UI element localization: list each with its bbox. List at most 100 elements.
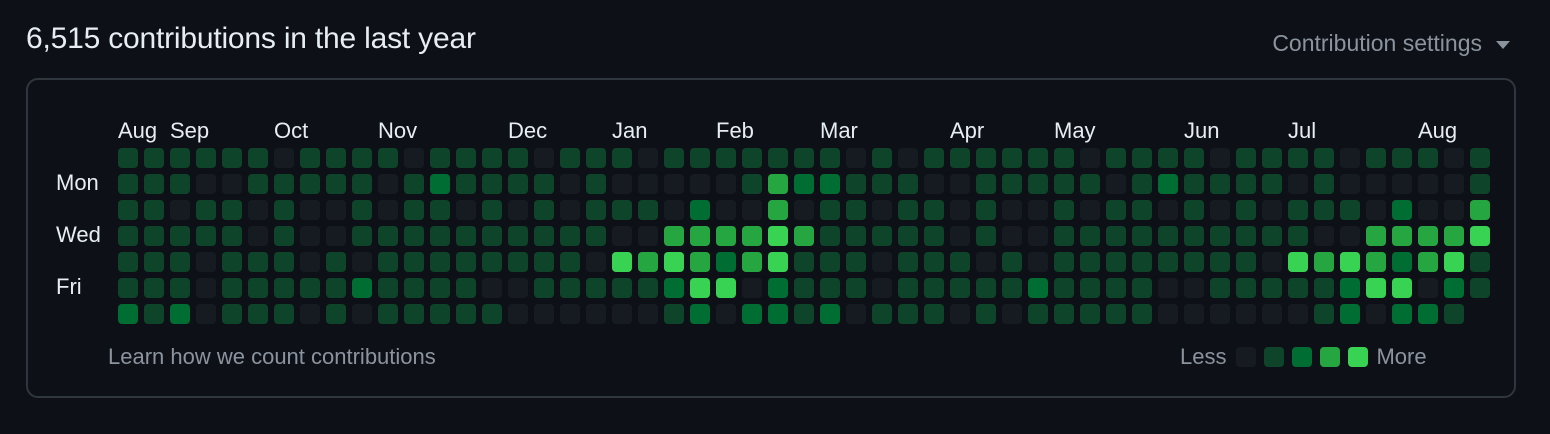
contribution-day-fri-w48[interactable] [1366, 278, 1386, 298]
contribution-day-fri-w46[interactable] [1314, 278, 1334, 298]
contribution-day-thu-w50[interactable] [1418, 252, 1438, 272]
contribution-day-mon-w11[interactable] [404, 174, 424, 194]
contribution-day-wed-w46[interactable] [1314, 226, 1334, 246]
contribution-day-sun-w16[interactable] [534, 148, 554, 168]
contribution-day-thu-w16[interactable] [534, 252, 554, 272]
contribution-day-sun-w32[interactable] [950, 148, 970, 168]
contribution-day-mon-w6[interactable] [274, 174, 294, 194]
contribution-day-wed-w4[interactable] [222, 226, 242, 246]
contribution-day-sun-w43[interactable] [1236, 148, 1256, 168]
contribution-day-tue-w45[interactable] [1288, 200, 1308, 220]
contribution-day-sat-w27[interactable] [820, 304, 840, 324]
contribution-day-sun-w26[interactable] [794, 148, 814, 168]
contribution-day-tue-w37[interactable] [1080, 200, 1100, 220]
contribution-day-thu-w46[interactable] [1314, 252, 1334, 272]
contribution-day-wed-w47[interactable] [1340, 226, 1360, 246]
contribution-day-tue-w43[interactable] [1236, 200, 1256, 220]
contribution-day-mon-w22[interactable] [690, 174, 710, 194]
contribution-day-sun-w11[interactable] [404, 148, 424, 168]
contribution-day-sun-w10[interactable] [378, 148, 398, 168]
contribution-day-tue-w14[interactable] [482, 200, 502, 220]
contribution-day-sat-w17[interactable] [560, 304, 580, 324]
contribution-day-thu-w10[interactable] [378, 252, 398, 272]
contribution-day-sun-w38[interactable] [1106, 148, 1126, 168]
contribution-day-tue-w17[interactable] [560, 200, 580, 220]
contribution-day-wed-w1[interactable] [144, 226, 164, 246]
contribution-day-thu-w52[interactable] [1470, 252, 1490, 272]
contribution-day-tue-w20[interactable] [638, 200, 658, 220]
contribution-day-sat-w46[interactable] [1314, 304, 1334, 324]
contribution-day-tue-w44[interactable] [1262, 200, 1282, 220]
contribution-day-mon-w50[interactable] [1418, 174, 1438, 194]
contribution-day-wed-w20[interactable] [638, 226, 658, 246]
contribution-day-sat-w2[interactable] [170, 304, 190, 324]
contribution-day-thu-w33[interactable] [976, 252, 996, 272]
contribution-day-wed-w6[interactable] [274, 226, 294, 246]
contribution-day-sun-w18[interactable] [586, 148, 606, 168]
contribution-day-sun-w27[interactable] [820, 148, 840, 168]
contribution-day-wed-w11[interactable] [404, 226, 424, 246]
contribution-day-wed-w28[interactable] [846, 226, 866, 246]
contribution-day-mon-w34[interactable] [1002, 174, 1022, 194]
contribution-day-fri-w31[interactable] [924, 278, 944, 298]
contribution-day-tue-w3[interactable] [196, 200, 216, 220]
contribution-day-mon-w43[interactable] [1236, 174, 1256, 194]
contribution-day-sat-w18[interactable] [586, 304, 606, 324]
contribution-day-tue-w1[interactable] [144, 200, 164, 220]
contribution-day-wed-w18[interactable] [586, 226, 606, 246]
contribution-day-fri-w30[interactable] [898, 278, 918, 298]
contribution-day-sun-w24[interactable] [742, 148, 762, 168]
contribution-day-fri-w15[interactable] [508, 278, 528, 298]
contribution-day-wed-w51[interactable] [1444, 226, 1464, 246]
contribution-day-mon-w9[interactable] [352, 174, 372, 194]
contribution-day-fri-w11[interactable] [404, 278, 424, 298]
contribution-day-sun-w8[interactable] [326, 148, 346, 168]
contribution-day-fri-w16[interactable] [534, 278, 554, 298]
contribution-day-sat-w33[interactable] [976, 304, 996, 324]
contribution-day-fri-w5[interactable] [248, 278, 268, 298]
contribution-day-tue-w23[interactable] [716, 200, 736, 220]
contribution-day-tue-w11[interactable] [404, 200, 424, 220]
contribution-day-mon-w27[interactable] [820, 174, 840, 194]
contribution-day-sun-w28[interactable] [846, 148, 866, 168]
contribution-day-mon-w3[interactable] [196, 174, 216, 194]
contribution-day-thu-w4[interactable] [222, 252, 242, 272]
contribution-day-wed-w31[interactable] [924, 226, 944, 246]
contribution-day-sat-w36[interactable] [1054, 304, 1074, 324]
contribution-day-sat-w25[interactable] [768, 304, 788, 324]
contribution-day-thu-w32[interactable] [950, 252, 970, 272]
contribution-day-wed-w17[interactable] [560, 226, 580, 246]
contribution-day-sun-w9[interactable] [352, 148, 372, 168]
contribution-day-sat-w41[interactable] [1184, 304, 1204, 324]
contribution-day-tue-w15[interactable] [508, 200, 528, 220]
contribution-day-mon-w45[interactable] [1288, 174, 1308, 194]
contribution-day-fri-w25[interactable] [768, 278, 788, 298]
contribution-day-fri-w9[interactable] [352, 278, 372, 298]
contribution-day-tue-w21[interactable] [664, 200, 684, 220]
contribution-day-thu-w34[interactable] [1002, 252, 1022, 272]
contribution-day-thu-w12[interactable] [430, 252, 450, 272]
contribution-day-wed-w22[interactable] [690, 226, 710, 246]
contribution-day-sun-w22[interactable] [690, 148, 710, 168]
contribution-day-fri-w23[interactable] [716, 278, 736, 298]
contribution-day-mon-w20[interactable] [638, 174, 658, 194]
contribution-day-sun-w49[interactable] [1392, 148, 1412, 168]
contribution-day-fri-w33[interactable] [976, 278, 996, 298]
contribution-day-sat-w0[interactable] [118, 304, 138, 324]
contribution-day-thu-w41[interactable] [1184, 252, 1204, 272]
contribution-day-sat-w19[interactable] [612, 304, 632, 324]
contribution-day-sun-w33[interactable] [976, 148, 996, 168]
contribution-day-tue-w31[interactable] [924, 200, 944, 220]
contribution-day-mon-w10[interactable] [378, 174, 398, 194]
contribution-day-tue-w5[interactable] [248, 200, 268, 220]
contribution-day-sat-w42[interactable] [1210, 304, 1230, 324]
contribution-day-sat-w44[interactable] [1262, 304, 1282, 324]
contribution-day-wed-w8[interactable] [326, 226, 346, 246]
contribution-day-tue-w9[interactable] [352, 200, 372, 220]
contribution-day-tue-w42[interactable] [1210, 200, 1230, 220]
contribution-day-sat-w9[interactable] [352, 304, 372, 324]
contribution-day-thu-w51[interactable] [1444, 252, 1464, 272]
contribution-day-tue-w16[interactable] [534, 200, 554, 220]
contribution-day-fri-w13[interactable] [456, 278, 476, 298]
contribution-day-sat-w28[interactable] [846, 304, 866, 324]
